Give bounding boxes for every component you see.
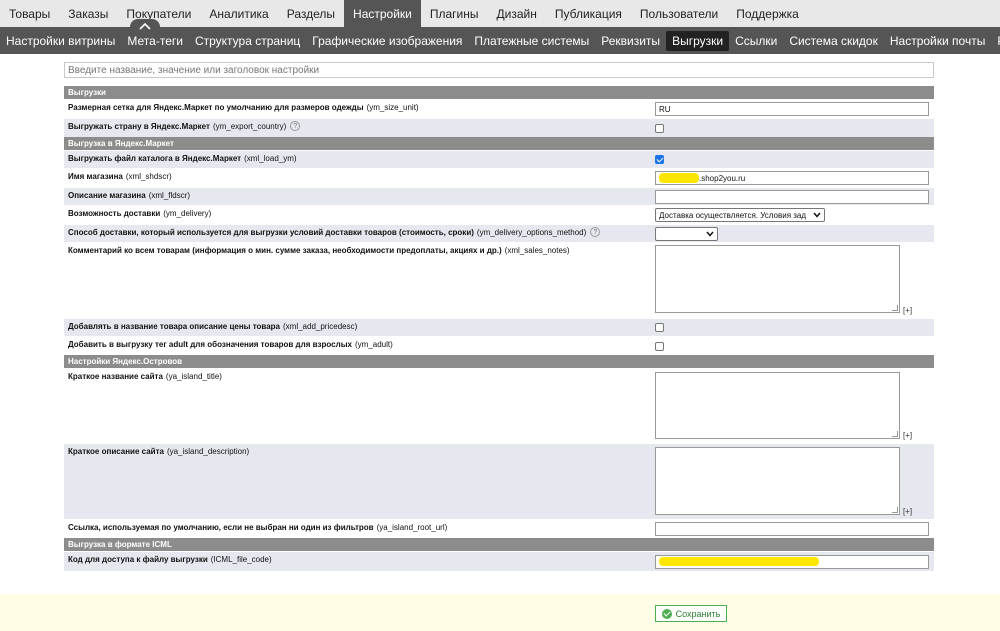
top-nav-item-publishing[interactable]: Публикация bbox=[546, 0, 631, 27]
top-nav-item-orders[interactable]: Заказы bbox=[59, 0, 117, 27]
section-header: Настройки Яндекс.Островов bbox=[64, 355, 934, 368]
sub-nav-item-mail[interactable]: Настройки почты bbox=[884, 31, 991, 51]
setting-label: Комментарий ко всем товарам (информация … bbox=[68, 246, 502, 255]
top-nav-item-settings[interactable]: Настройки bbox=[344, 0, 421, 27]
sub-nav-item-exports[interactable]: Выгрузки bbox=[666, 30, 730, 51]
top-nav-item-users[interactable]: Пользователи bbox=[631, 0, 727, 27]
resize-handle[interactable] bbox=[892, 507, 898, 513]
shop-description-input[interactable] bbox=[655, 189, 929, 204]
setting-label: Добавлять в название товара описание цен… bbox=[68, 322, 280, 331]
setting-label: Возможность доставки bbox=[68, 209, 161, 218]
setting-row-xml-load-ym: Выгружать файл каталога в Яндекс.Маркет(… bbox=[64, 150, 934, 168]
top-nav-item-plugins[interactable]: Плагины bbox=[421, 0, 488, 27]
save-button[interactable]: Сохранить bbox=[655, 605, 727, 622]
chevron-down-icon bbox=[813, 212, 821, 218]
setting-key: (ym_size_unit) bbox=[366, 103, 419, 112]
setting-key: (ya_island_root_url) bbox=[376, 523, 448, 532]
icml-code-input[interactable] bbox=[655, 554, 929, 569]
setting-row-xml-fldscr: Описание магазина (xml_fldscr) bbox=[64, 187, 934, 205]
setting-row-ya-island-title: Краткое название сайта (ya_island_title) … bbox=[64, 368, 934, 443]
setting-row-xml-shdscr: Имя магазина (xml_shdscr) .shop2you.ru bbox=[64, 168, 934, 187]
setting-label: Выгружать страну в Яндекс.Маркет bbox=[68, 122, 210, 131]
sales-notes-textarea[interactable] bbox=[655, 245, 900, 313]
setting-key: (xml_sales_notes) bbox=[504, 246, 570, 255]
setting-label: Код для доступа к файлу выгрузки bbox=[68, 555, 208, 564]
setting-row-ym-adult: Добавить в выгрузку тег adult для обозна… bbox=[64, 336, 934, 355]
footer-bar bbox=[0, 594, 1000, 631]
setting-row-ym-delivery-options-method: Способ доставки, который используется дл… bbox=[64, 224, 934, 242]
delivery-method-select[interactable] bbox=[655, 226, 718, 241]
redaction-mark bbox=[659, 557, 819, 566]
setting-row-ym-delivery: Возможность доставки (ym_delivery) Достав… bbox=[64, 205, 934, 224]
setting-row-ym-export-country: Выгружать страну в Яндекс.Маркет (ym_expo… bbox=[64, 118, 934, 137]
setting-key: (xml_shdscr) bbox=[125, 172, 172, 181]
redaction-mark bbox=[659, 173, 699, 183]
top-nav-item-support[interactable]: Поддержка bbox=[727, 0, 808, 27]
chevron-down-icon bbox=[706, 231, 714, 237]
expand-button[interactable]: [+] bbox=[903, 507, 912, 516]
setting-key: (ym_export_country) bbox=[212, 122, 287, 131]
setting-row-icml-file-code: Код для доступа к файлу выгрузки (ICML_fi… bbox=[64, 551, 934, 571]
setting-label: Ссылка, используемая по умолчанию, если … bbox=[68, 523, 374, 532]
setting-row-ym-size-unit: Размерная сетка для Яндекс.Маркет по умо… bbox=[64, 99, 934, 118]
sub-nav-item-images[interactable]: Графические изображения bbox=[306, 31, 468, 51]
setting-key: (xml_load_ym) bbox=[244, 154, 297, 163]
setting-label: Описание магазина bbox=[68, 191, 146, 200]
setting-label: Краткое описание сайта bbox=[68, 447, 164, 456]
setting-label: Выгружать файл каталога в Яндекс.Маркет bbox=[68, 154, 242, 163]
section-header: Выгрузка в Яндекс.Маркет bbox=[64, 137, 934, 150]
island-description-textarea[interactable] bbox=[655, 447, 900, 515]
ym-size-unit-input[interactable]: RU bbox=[655, 102, 929, 116]
expand-button[interactable]: [+] bbox=[903, 431, 912, 440]
setting-label: Добавить в выгрузку тег adult для обозна… bbox=[68, 340, 352, 349]
setting-key: (ya_island_description) bbox=[166, 447, 250, 456]
section-header: Выгрузка в формате ICML bbox=[64, 538, 934, 551]
resize-handle[interactable] bbox=[892, 431, 898, 437]
top-nav-item-design[interactable]: Дизайн bbox=[488, 0, 546, 27]
setting-label: Способ доставки, который используется дл… bbox=[68, 228, 474, 237]
setting-row-xml-sales-notes: Комментарий ко всем товарам (информация … bbox=[64, 242, 934, 318]
setting-key: (ym_delivery) bbox=[163, 209, 212, 218]
sub-nav-item-communication[interactable]: Разделы общения bbox=[991, 31, 1000, 51]
checkmark-icon bbox=[661, 608, 672, 619]
island-title-textarea[interactable] bbox=[655, 372, 900, 439]
setting-key: (ym_adult) bbox=[354, 340, 393, 349]
setting-row-ya-island-description: Краткое описание сайта (ya_island_descrip… bbox=[64, 443, 934, 519]
setting-key: (ICML_file_code) bbox=[210, 555, 272, 564]
settings-search-input[interactable] bbox=[64, 62, 934, 78]
settings-table: Выгрузки Размерная сетка для Яндекс.Марк… bbox=[64, 86, 934, 571]
ym-export-country-checkbox[interactable] bbox=[655, 123, 664, 133]
setting-row-ya-island-root-url: Ссылка, используемая по умолчанию, если … bbox=[64, 519, 934, 538]
collapse-menu-toggle[interactable] bbox=[130, 19, 160, 35]
setting-label: Размерная сетка для Яндекс.Маркет по умо… bbox=[68, 103, 364, 112]
section-header: Выгрузки bbox=[64, 86, 934, 99]
sub-nav-item-links[interactable]: Ссылки bbox=[729, 31, 783, 51]
sub-nav-item-page-structure[interactable]: Структура страниц bbox=[189, 31, 306, 51]
sub-nav-item-requisites[interactable]: Реквизиты bbox=[595, 31, 666, 51]
resize-handle[interactable] bbox=[892, 305, 898, 311]
help-icon[interactable]: ? bbox=[590, 227, 601, 237]
setting-label: Имя магазина bbox=[68, 172, 123, 181]
top-nav-item-products[interactable]: Товары bbox=[0, 0, 59, 27]
help-icon[interactable]: ? bbox=[290, 121, 301, 131]
root-url-input[interactable] bbox=[655, 522, 929, 536]
chevron-up-icon bbox=[139, 22, 151, 30]
shop-name-input[interactable]: .shop2you.ru bbox=[655, 171, 929, 185]
sub-nav-item-storefront[interactable]: Настройки витрины bbox=[0, 31, 121, 51]
setting-row-xml-add-pricedesc: Добавлять в название товара описание цен… bbox=[64, 318, 934, 336]
setting-key: (xml_fldscr) bbox=[148, 191, 191, 200]
setting-label: Краткое название сайта bbox=[68, 372, 163, 381]
sub-nav-item-payment[interactable]: Платежные системы bbox=[468, 31, 595, 51]
ym-adult-checkbox[interactable] bbox=[655, 341, 664, 351]
setting-key: (xml_add_pricedesc) bbox=[283, 322, 358, 331]
top-nav-item-sections[interactable]: Разделы bbox=[278, 0, 344, 27]
add-pricedesc-checkbox[interactable] bbox=[655, 323, 664, 332]
setting-key: (ya_island_title) bbox=[165, 372, 222, 381]
expand-button[interactable]: [+] bbox=[903, 306, 912, 315]
setting-key: (ym_delivery_options_method) bbox=[476, 228, 587, 237]
sub-nav-item-discounts[interactable]: Система скидок bbox=[783, 31, 884, 51]
xml-load-ym-checkbox[interactable] bbox=[655, 155, 664, 164]
delivery-select[interactable]: Доставка осуществляется. Условия зад bbox=[655, 208, 825, 222]
top-nav-item-analytics[interactable]: Аналитика bbox=[200, 0, 277, 27]
